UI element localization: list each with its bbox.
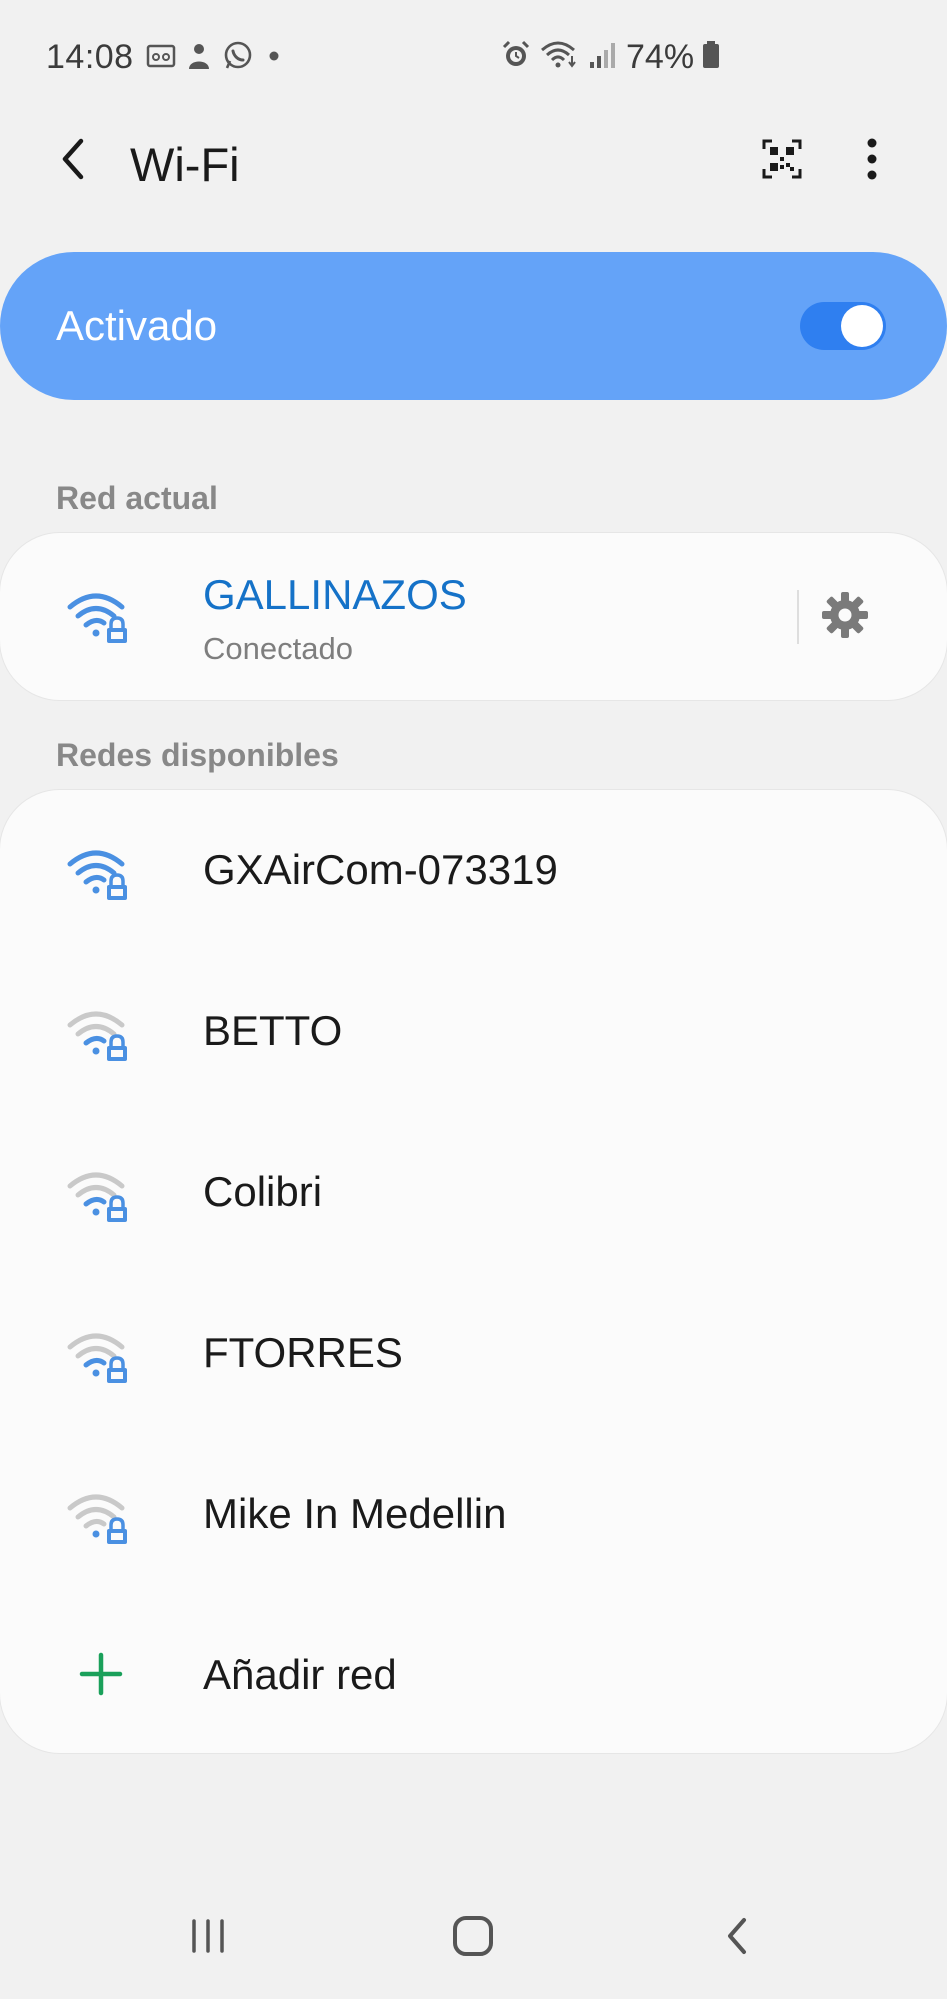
notification-icons xyxy=(146,40,284,77)
whatsapp-icon xyxy=(222,40,254,77)
network-settings-button[interactable] xyxy=(815,587,875,647)
more-options-button[interactable] xyxy=(846,135,898,187)
gear-icon xyxy=(820,590,870,645)
available-networks-card: GXAirCom-073319 BETTO Colibri FTORRES Mike I… xyxy=(0,790,947,1753)
navigation-bar xyxy=(0,1890,947,1999)
add-network-label: Añadir red xyxy=(203,1651,397,1698)
more-vertical-icon xyxy=(865,137,879,186)
wifi-locked-icon xyxy=(66,1003,132,1063)
status-time: 14:08 xyxy=(46,38,134,76)
qr-code-icon xyxy=(762,139,802,184)
app-bar: Wi-Fi xyxy=(0,115,947,207)
current-network-row[interactable]: GALLINAZOS Conectado xyxy=(0,533,947,700)
gallery-icon xyxy=(146,43,176,74)
battery-icon xyxy=(702,40,720,75)
network-row[interactable]: FTORRES xyxy=(0,1273,947,1434)
network-status: Conectado xyxy=(203,631,353,666)
recent-apps-button[interactable] xyxy=(173,1910,243,1966)
network-name: BETTO xyxy=(203,1007,343,1054)
wifi-locked-icon xyxy=(66,1486,132,1546)
network-row[interactable]: GXAirCom-073319 xyxy=(0,790,947,951)
section-available-networks: Redes disponibles xyxy=(56,737,339,773)
signal-icon xyxy=(588,40,618,75)
wifi-locked-icon xyxy=(66,1164,132,1224)
back-arrow-icon xyxy=(57,137,91,186)
dot-icon xyxy=(264,46,284,71)
wifi-master-switch[interactable]: Activado xyxy=(0,252,947,400)
network-name: GALLINAZOS xyxy=(203,571,467,618)
wifi-locked-icon xyxy=(66,842,132,902)
nav-back-button[interactable] xyxy=(702,1910,772,1966)
nav-back-icon xyxy=(722,1914,752,1963)
divider xyxy=(797,590,799,644)
wifi-toggle[interactable] xyxy=(800,302,886,350)
network-row[interactable]: BETTO xyxy=(0,951,947,1112)
wifi-locked-icon xyxy=(66,1325,132,1385)
toggle-knob xyxy=(841,305,883,347)
network-name: GXAirCom-073319 xyxy=(203,846,558,893)
master-switch-label: Activado xyxy=(56,302,218,349)
network-row[interactable]: Colibri xyxy=(0,1112,947,1273)
alarm-icon xyxy=(500,39,532,76)
network-row[interactable]: Mike In Medellin xyxy=(0,1434,947,1595)
system-status: 74% xyxy=(500,38,720,77)
wifi-icon xyxy=(540,40,580,75)
home-icon xyxy=(451,1914,495,1963)
network-name: Colibri xyxy=(203,1168,323,1215)
plus-icon xyxy=(66,1645,132,1705)
status-bar: 14:08 74% xyxy=(0,0,947,115)
home-button[interactable] xyxy=(438,1910,508,1966)
page-title: Wi-Fi xyxy=(130,138,240,191)
wifi-locked-icon xyxy=(66,585,132,645)
network-name: Mike In Medellin xyxy=(203,1490,507,1537)
section-current-network: Red actual xyxy=(56,480,218,516)
recent-apps-icon xyxy=(188,1918,228,1959)
add-network-row[interactable]: Añadir red xyxy=(0,1595,947,1756)
back-button[interactable] xyxy=(48,135,100,187)
qr-code-button[interactable] xyxy=(756,135,808,187)
profile-icon xyxy=(186,41,212,76)
network-name: FTORRES xyxy=(203,1329,403,1376)
current-network-card: GALLINAZOS Conectado xyxy=(0,533,947,700)
battery-percent: 74% xyxy=(626,38,695,76)
